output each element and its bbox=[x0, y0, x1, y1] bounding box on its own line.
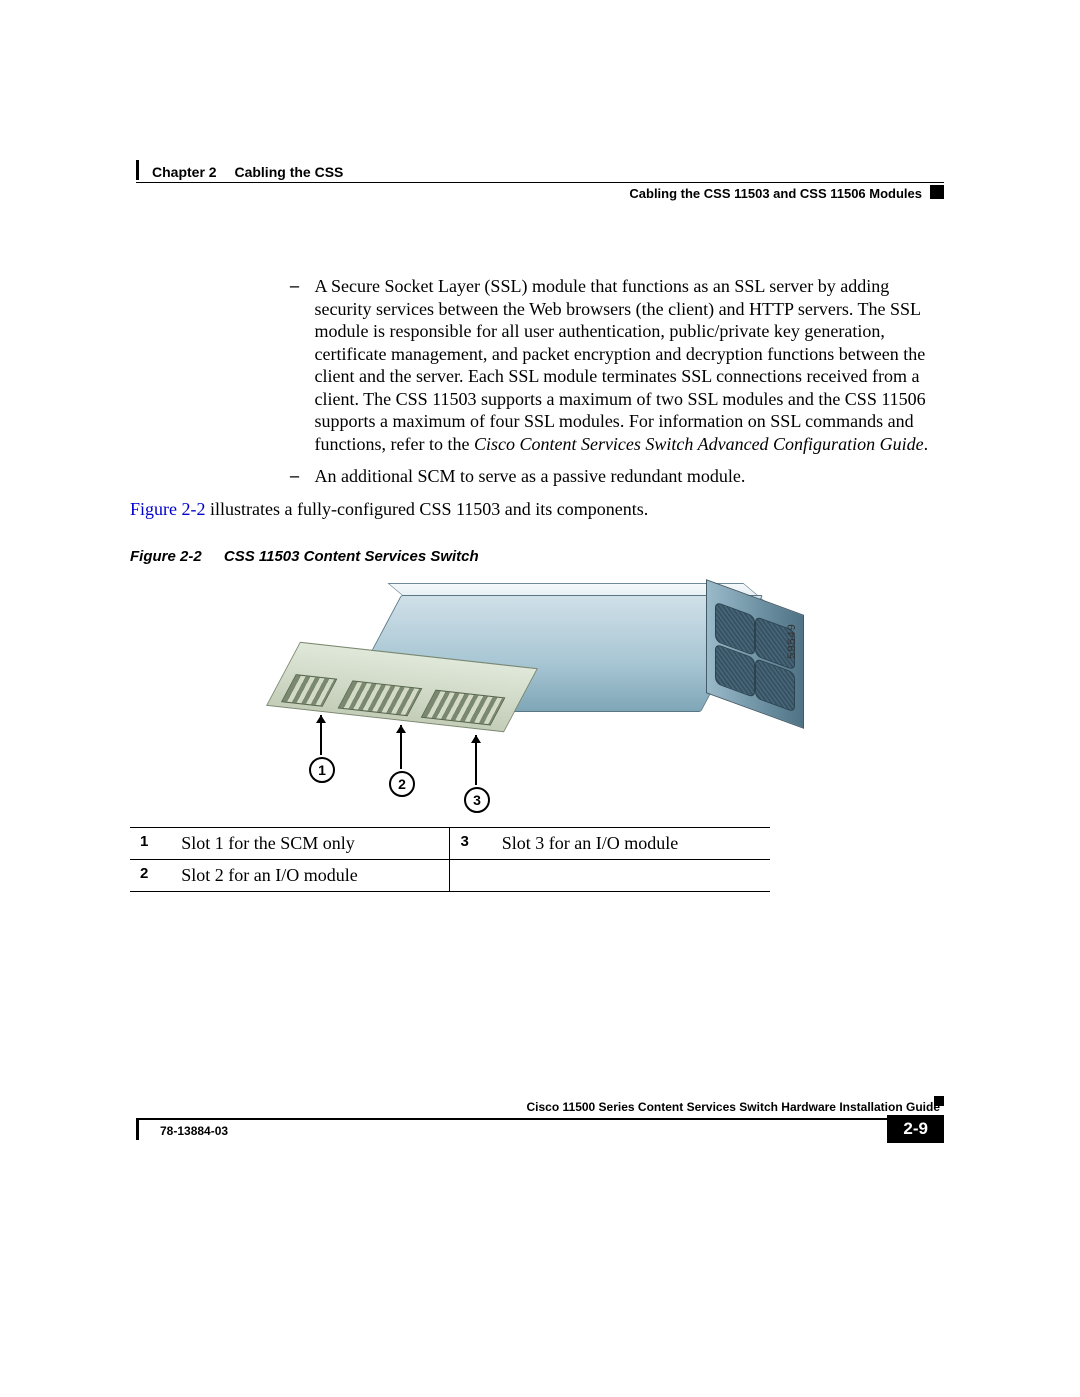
footer-doc-title: Cisco 11500 Series Content Services Swit… bbox=[136, 1100, 944, 1114]
chapter-title: Cabling the CSS bbox=[234, 164, 343, 180]
figure-caption-title: CSS 11503 Content Services Switch bbox=[224, 548, 479, 565]
figure-intro-paragraph: Figure 2-2 illustrates a fully-configure… bbox=[130, 498, 944, 521]
figure-cross-reference[interactable]: Figure 2-2 bbox=[130, 499, 206, 519]
callout-table: 1 Slot 1 for the SCM only 3 Slot 3 for a… bbox=[130, 827, 770, 892]
table-cell-num: 1 bbox=[130, 828, 171, 860]
bullet-item-ssl: – A Secure Socket Layer (SSL) module tha… bbox=[290, 275, 944, 455]
figure-intro-rest: illustrates a fully-configured CSS 11503… bbox=[206, 499, 649, 519]
section-title: Cabling the CSS 11503 and CSS 11506 Modu… bbox=[629, 186, 922, 201]
header-marker-square bbox=[930, 185, 944, 199]
bullet-dash: – bbox=[290, 465, 310, 486]
callout-circle-1: 1 bbox=[309, 757, 335, 783]
callout-circle-3: 3 bbox=[464, 787, 490, 813]
footer-marker-square bbox=[934, 1096, 944, 1106]
footer-rule bbox=[136, 1118, 944, 1120]
footer-left-bar bbox=[136, 1118, 139, 1140]
port-group-slot3 bbox=[421, 690, 506, 726]
bullet1-main: A Secure Socket Layer (SSL) module that … bbox=[315, 276, 926, 454]
chapter-label: Chapter 2 bbox=[152, 164, 217, 180]
callout-pointer bbox=[400, 725, 402, 769]
port-group-slot1 bbox=[281, 674, 337, 707]
table-cell-desc: Slot 1 for the SCM only bbox=[171, 828, 450, 860]
callout-pointer bbox=[320, 715, 322, 755]
header-left-bar bbox=[136, 160, 139, 180]
table-cell-desc: Slot 2 for an I/O module bbox=[171, 860, 450, 892]
bullet-text-1: A Secure Socket Layer (SSL) module that … bbox=[315, 275, 935, 455]
body-text: – A Secure Socket Layer (SSL) module tha… bbox=[130, 275, 950, 892]
figure-caption: Figure 2-2 CSS 11503 Content Services Sw… bbox=[130, 548, 944, 565]
page-content: Chapter 2 Cabling the CSS Cabling the CS… bbox=[130, 160, 950, 892]
table-cell-num: 2 bbox=[130, 860, 171, 892]
image-reference-number: 59549 bbox=[786, 623, 798, 659]
footer-bar: 78-13884-03 2-9 bbox=[136, 1118, 944, 1142]
figure-device-illustration: 59549 1 2 3 bbox=[290, 585, 790, 815]
table-cell-num: 3 bbox=[450, 828, 492, 860]
page-number: 2-9 bbox=[887, 1115, 944, 1143]
figure-caption-num: Figure 2-2 bbox=[130, 548, 202, 565]
page-footer: Cisco 11500 Series Content Services Swit… bbox=[136, 1100, 944, 1142]
table-cell-empty bbox=[492, 860, 770, 892]
header-rule bbox=[136, 182, 944, 183]
footer-doc-id: 78-13884-03 bbox=[160, 1124, 228, 1138]
port-group-slot2 bbox=[338, 680, 423, 716]
callout-circle-2: 2 bbox=[389, 771, 415, 797]
callout-pointer bbox=[475, 735, 477, 785]
bullet-item-scm: – An additional SCM to serve as a passiv… bbox=[290, 465, 944, 488]
bullet1-italic: Cisco Content Services Switch Advanced C… bbox=[474, 434, 924, 454]
table-row: 1 Slot 1 for the SCM only 3 Slot 3 for a… bbox=[130, 828, 770, 860]
bullet-text-2: An additional SCM to serve as a passive … bbox=[315, 465, 935, 488]
chapter-line: Chapter 2 Cabling the CSS bbox=[152, 164, 343, 180]
bullet-dash: – bbox=[290, 275, 310, 296]
bullet1-period: . bbox=[924, 434, 929, 454]
table-cell-empty bbox=[450, 860, 492, 892]
table-row: 2 Slot 2 for an I/O module bbox=[130, 860, 770, 892]
device-drawing: 59549 bbox=[300, 585, 760, 765]
table-cell-desc: Slot 3 for an I/O module bbox=[492, 828, 770, 860]
page-header: Chapter 2 Cabling the CSS Cabling the CS… bbox=[130, 160, 950, 220]
